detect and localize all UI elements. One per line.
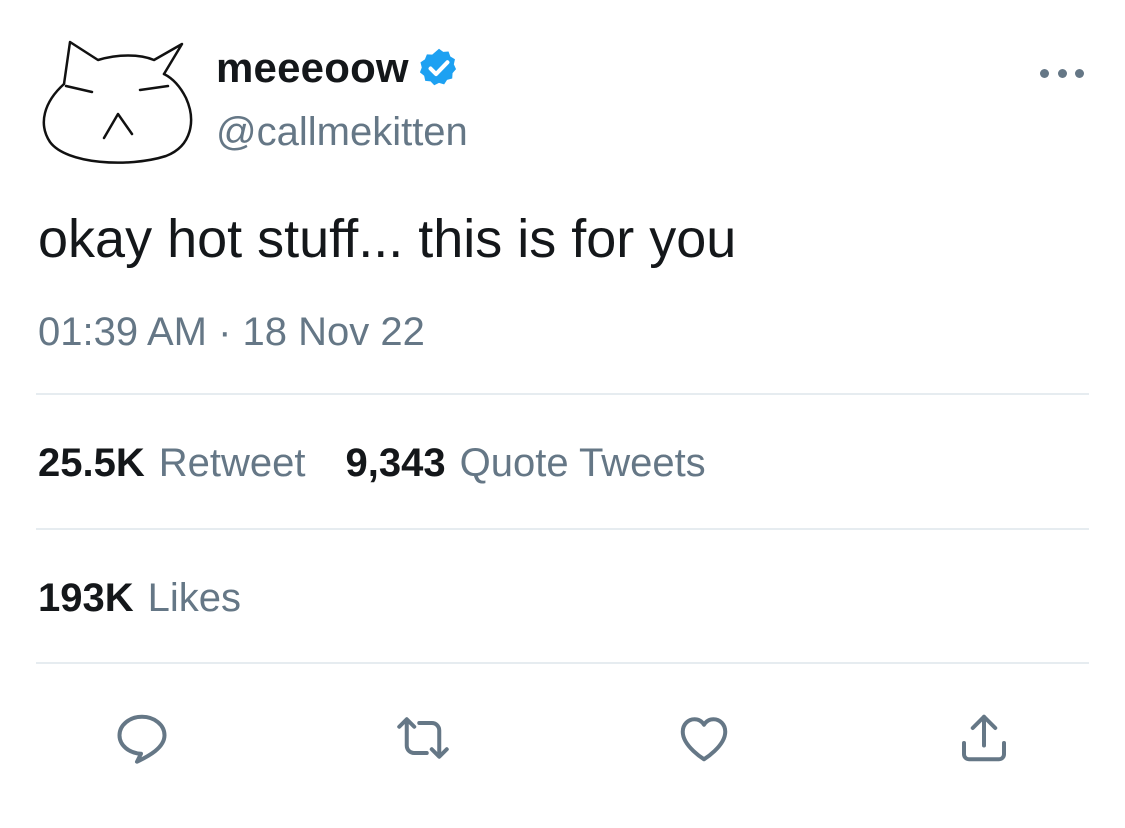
likes-count: 193K [38, 575, 134, 620]
dot [1040, 68, 1049, 78]
like-button[interactable] [672, 706, 736, 770]
quote-tweets-label: Quote Tweets [459, 440, 706, 485]
tweet-text: okay hot stuff... this is for you [38, 209, 737, 269]
reply-button[interactable] [110, 706, 174, 770]
share-icon [962, 714, 1006, 762]
likes-stats: 193K Likes [38, 573, 281, 623]
tweet-timestamp[interactable]: 01:39 AM · 18 Nov 22 [38, 310, 425, 355]
more-options-icon[interactable] [1040, 58, 1084, 88]
divider [36, 528, 1089, 530]
retweets-count: 25.5K [38, 440, 145, 485]
quote-tweets-stat[interactable]: 9,343 Quote Tweets [346, 441, 706, 486]
share-button[interactable] [952, 706, 1016, 770]
like-icon [680, 717, 728, 762]
verified-badge-icon [419, 48, 456, 86]
engagement-stats: 25.5K Retweet 9,343 Quote Tweets [38, 438, 746, 488]
quote-tweets-count: 9,343 [345, 440, 446, 485]
divider [36, 662, 1089, 664]
divider [36, 393, 1089, 395]
dot [1057, 68, 1067, 78]
tweet-card: meeeoow @callmekitten okay hot stuff... … [0, 0, 1125, 828]
dot [1075, 68, 1084, 78]
retweet-icon [397, 717, 449, 759]
retweet-button[interactable] [391, 706, 455, 770]
display-name[interactable]: meeeoow [216, 44, 409, 92]
user-name-row: meeeoow [216, 44, 461, 92]
likes-stat[interactable]: 193K Likes [38, 576, 241, 621]
user-handle[interactable]: @callmekitten [216, 110, 468, 155]
likes-label: Likes [147, 575, 242, 620]
cat-face-icon [42, 40, 193, 164]
retweets-stat[interactable]: 25.5K Retweet [38, 441, 306, 486]
reply-icon [117, 714, 167, 764]
retweets-label: Retweet [158, 440, 306, 485]
avatar[interactable] [36, 38, 196, 166]
